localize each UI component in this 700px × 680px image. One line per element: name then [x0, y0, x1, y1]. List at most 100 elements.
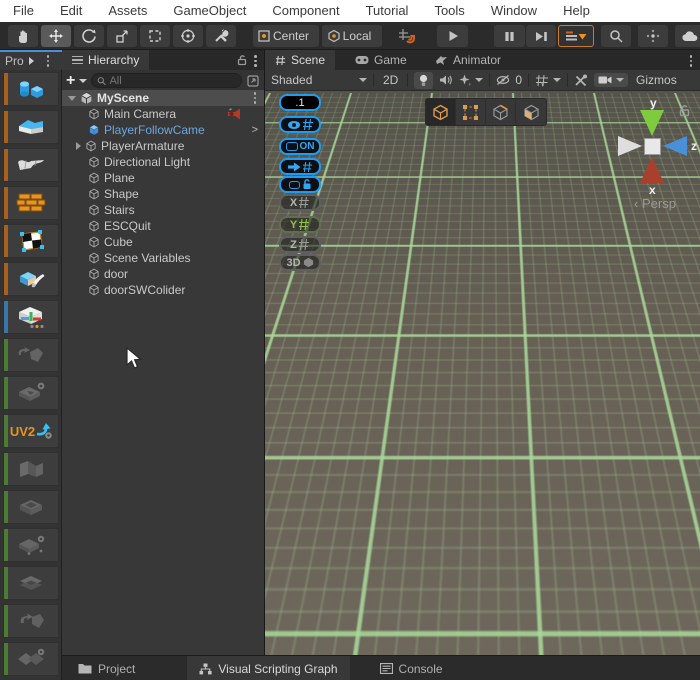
- vertex-mode-button[interactable]: [456, 99, 486, 125]
- grid-snap-button[interactable]: [392, 25, 420, 47]
- hierarchy-item-scene-variables[interactable]: Scene Variables: [62, 250, 264, 266]
- progrids-snap-enabled-toggle[interactable]: ON: [279, 138, 321, 155]
- scene-audio-button[interactable]: [439, 74, 452, 86]
- gizmos-dropdown[interactable]: Gizmos: [636, 73, 677, 87]
- rect-tool-button[interactable]: [140, 25, 170, 47]
- menu-edit[interactable]: Edit: [47, 0, 95, 22]
- probuilder-new-poly-shape-button[interactable]: [3, 110, 59, 144]
- play-button[interactable]: [437, 25, 468, 47]
- probuilder-probuilderize-button-disabled[interactable]: [3, 338, 59, 372]
- pivot-toggle-button[interactable]: Center: [253, 25, 319, 47]
- tab-animator[interactable]: Animator: [425, 50, 511, 70]
- projection-mode-label[interactable]: ‹ Persp: [610, 196, 700, 211]
- orientation-toggle-button[interactable]: Local: [322, 25, 382, 47]
- component-tools-button[interactable]: [574, 74, 588, 87]
- menu-window[interactable]: Window: [478, 0, 550, 22]
- transform-tool-button[interactable]: [173, 25, 203, 47]
- tab-console[interactable]: Console: [368, 656, 455, 680]
- progrids-lock-grid-button[interactable]: [279, 176, 321, 193]
- hierarchy-item-escquit[interactable]: ESCQuit: [62, 218, 264, 234]
- probuilder-merge-objects-button-disabled[interactable]: [3, 566, 59, 600]
- hierarchy-menu-icon[interactable]: [254, 55, 257, 67]
- probuilder-center-pivot-button-disabled[interactable]: [3, 528, 59, 562]
- scene-panel-menu-icon[interactable]: [690, 55, 693, 67]
- probuilder-new-bezier-shape-button[interactable]: [3, 148, 59, 182]
- probuilder-new-shape-button[interactable]: [3, 72, 59, 106]
- prefab-open-icon[interactable]: >: [252, 124, 258, 136]
- expand-icon[interactable]: [68, 96, 76, 101]
- panel-menu-icon[interactable]: [47, 55, 50, 67]
- menu-tutorial[interactable]: Tutorial: [353, 0, 422, 22]
- menu-component[interactable]: Component: [259, 0, 352, 22]
- pause-button[interactable]: [494, 25, 525, 47]
- progrids-follow-grid-button[interactable]: [279, 158, 321, 175]
- probuilder-material-editor-button[interactable]: [3, 186, 59, 220]
- gizmo-lock-icon[interactable]: [678, 104, 691, 117]
- scene-effects-dropdown[interactable]: [458, 74, 483, 86]
- hierarchy-item-directional-light[interactable]: Directional Light: [62, 154, 264, 170]
- undo-history-dropdown[interactable]: [558, 25, 594, 47]
- scene-viewport[interactable]: .1 ON X Y: [265, 91, 700, 655]
- tab-probuilder[interactable]: Pro: [0, 52, 62, 70]
- edge-mode-button[interactable]: [486, 99, 516, 125]
- camera-gizmo-icon[interactable]: [227, 108, 242, 120]
- menu-file[interactable]: File: [0, 0, 47, 22]
- hand-tool-button[interactable]: [8, 25, 38, 47]
- tab-overflow-icon[interactable]: [29, 57, 34, 65]
- scale-tool-button[interactable]: [107, 25, 137, 47]
- pick-object-icon[interactable]: [246, 74, 260, 88]
- hierarchy-search-box[interactable]: [91, 73, 242, 88]
- draw-mode-dropdown[interactable]: Shaded: [271, 73, 367, 87]
- progrids-snap-value-field[interactable]: .1: [279, 94, 321, 111]
- probuilder-subdivide-object-button-disabled[interactable]: [3, 642, 59, 676]
- scene-lighting-button[interactable]: [414, 72, 433, 89]
- hierarchy-item-playerarmature[interactable]: PlayerArmature: [62, 138, 264, 154]
- progrids-3d-mode-button[interactable]: 3D: [279, 254, 321, 271]
- scene-menu-icon[interactable]: [254, 92, 257, 104]
- hierarchy-scene-row[interactable]: MyScene: [62, 90, 264, 106]
- hierarchy-item-plane[interactable]: Plane: [62, 170, 264, 186]
- hierarchy-item-door[interactable]: door: [62, 266, 264, 282]
- rotate-tool-button[interactable]: [74, 25, 104, 47]
- gizmo-center-cube[interactable]: [644, 138, 661, 155]
- hierarchy-item-main-camera[interactable]: Main Camera: [62, 106, 264, 122]
- probuilder-conform-normals-button-disabled[interactable]: [3, 490, 59, 524]
- probuilder-export-button-disabled[interactable]: [3, 376, 59, 410]
- progrids-toggle-grid-button[interactable]: [279, 116, 321, 133]
- menu-assets[interactable]: Assets: [95, 0, 160, 22]
- probuilder-uv-editor-button[interactable]: [3, 224, 59, 258]
- face-mode-button[interactable]: [516, 99, 546, 125]
- axis-back-cone[interactable]: [618, 136, 642, 156]
- probuilder-vertex-colors-button[interactable]: [3, 262, 59, 296]
- axis-z-cone[interactable]: [663, 136, 687, 156]
- hierarchy-item-stairs[interactable]: Stairs: [62, 202, 264, 218]
- hierarchy-item-playerfollowcame[interactable]: PlayerFollowCame >: [62, 122, 264, 138]
- menu-help[interactable]: Help: [550, 0, 603, 22]
- tab-visual-scripting-graph[interactable]: Visual Scripting Graph: [187, 656, 349, 680]
- add-dropdown-icon[interactable]: [79, 79, 87, 83]
- axis-x-cone[interactable]: [640, 157, 664, 183]
- probuilder-flip-normals-button-disabled[interactable]: [3, 604, 59, 638]
- unlock-icon[interactable]: [236, 54, 248, 66]
- progrids-z-axis-button[interactable]: Z: [279, 236, 321, 253]
- scene-visibility-button[interactable]: 0: [496, 73, 522, 87]
- search-button[interactable]: [601, 25, 631, 47]
- cloud-services-button[interactable]: [675, 25, 700, 47]
- tab-game[interactable]: Game: [345, 50, 417, 70]
- hierarchy-item-shape[interactable]: Shape: [62, 186, 264, 202]
- step-button[interactable]: [526, 25, 556, 47]
- object-mode-button[interactable]: [426, 99, 456, 125]
- tab-project[interactable]: Project: [66, 656, 147, 680]
- probuilder-smoothing-editor-button[interactable]: [3, 300, 59, 334]
- layer-visibility-button[interactable]: [638, 25, 668, 47]
- add-gameobject-button[interactable]: +: [66, 72, 75, 90]
- hierarchy-item-cube[interactable]: Cube: [62, 234, 264, 250]
- tab-hierarchy[interactable]: Hierarchy: [62, 50, 149, 70]
- grid-visibility-dropdown[interactable]: Y: [535, 74, 561, 87]
- move-tool-button[interactable]: [41, 25, 71, 47]
- scene-camera-dropdown[interactable]: [594, 73, 628, 87]
- progrids-x-axis-button[interactable]: X: [279, 194, 321, 211]
- expand-icon[interactable]: [76, 142, 81, 150]
- toggle-2d-button[interactable]: 2D: [380, 73, 401, 87]
- progrids-y-axis-button[interactable]: Y: [279, 216, 321, 233]
